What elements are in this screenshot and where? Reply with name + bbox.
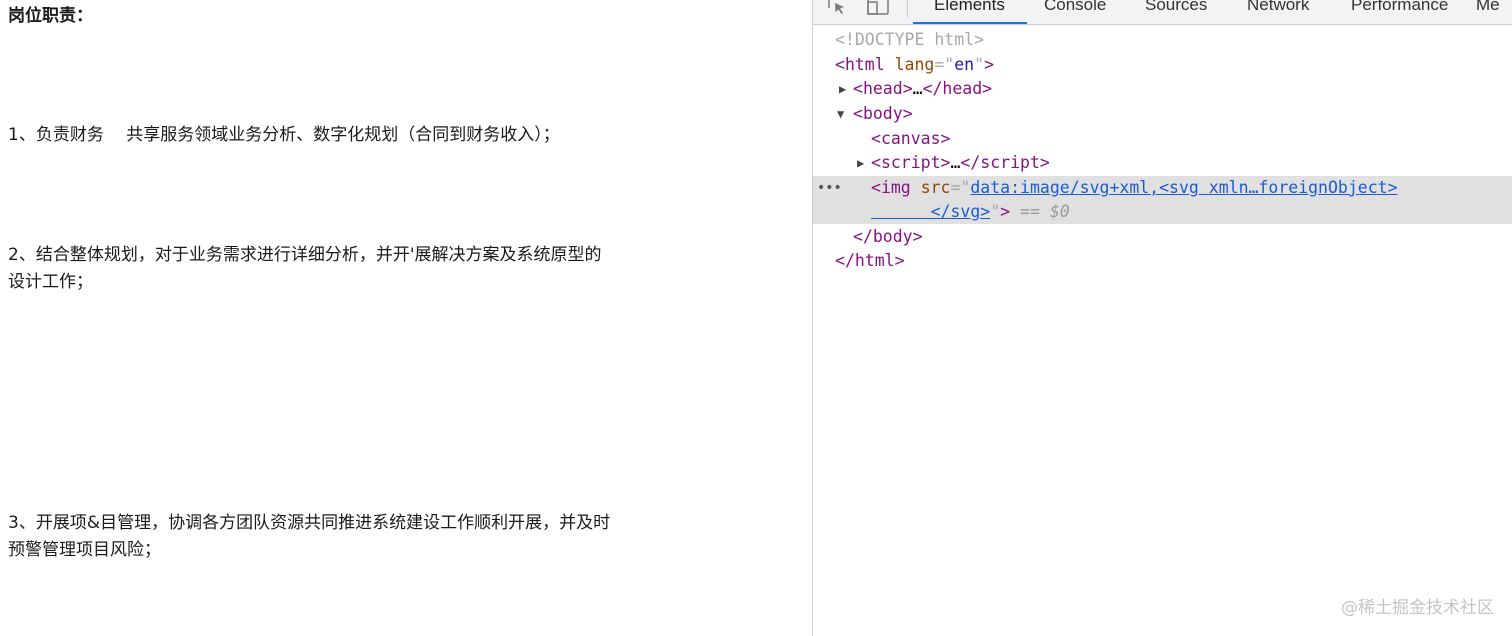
img-tag-line-1: <img src="data:image/svg+xml,<svg xmln…f…	[871, 178, 1398, 197]
dom-node-body[interactable]: ▼ <body>	[813, 102, 1512, 126]
dom-node-body-close[interactable]: </body>	[813, 225, 1512, 249]
duty-item-2-line-1: 2、结合整体规划，对于业务需求进行详细分析，并开'展解决方案及系统原型的	[8, 245, 602, 265]
img-src-link[interactable]: data:image/svg+xml,<svg xmln…foreignObje…	[970, 178, 1397, 197]
watermark: @稀土掘金技术社区	[1341, 598, 1494, 618]
collapse-triangle-icon[interactable]: ▼	[837, 102, 844, 126]
html-close-tag: </html>	[835, 251, 905, 270]
inspect-element-icon[interactable]	[827, 0, 849, 16]
selected-node-marker: $0	[1049, 202, 1070, 221]
expand-triangle-icon[interactable]: ▶	[839, 77, 846, 101]
dom-node-canvas[interactable]: <canvas>	[813, 127, 1512, 151]
tab-console[interactable]: Console	[1044, 0, 1106, 24]
body-open-tag: <body>	[853, 104, 913, 123]
tab-more[interactable]: Me	[1476, 0, 1500, 24]
tab-performance[interactable]: Performance	[1351, 0, 1448, 24]
toolbar-separator	[907, 0, 908, 18]
page-heading: 岗位职责：	[8, 6, 93, 26]
dom-node-img[interactable]: <img src="data:image/svg+xml,<svg xmln…f…	[813, 176, 1512, 200]
dom-node-html-close[interactable]: </html>	[813, 249, 1512, 273]
duty-item-2-line-2: 设计工作；	[8, 272, 93, 292]
devtools-panel: Elements Console Sources Network Perform…	[812, 0, 1512, 636]
tab-sources[interactable]: Sources	[1145, 0, 1207, 24]
expand-triangle-icon[interactable]: ▶	[857, 151, 864, 175]
duty-item-3-line-2: 预警管理项目风险；	[8, 540, 161, 560]
page-content: 岗位职责： 1、负责财务 共享服务领域业务分析、数字化规划（合同到财务收入）； …	[0, 0, 812, 636]
dom-node-head[interactable]: ▶ <head>…</head>	[813, 77, 1512, 101]
head-collapsed: <head>…</head>	[853, 79, 993, 98]
duty-item-3-line-1: 3、开展项&目管理，协调各方团队资源共同推进系统建设工作顺利开展，并及时	[8, 513, 611, 533]
devtools-toolbar: Elements Console Sources Network Perform…	[813, 0, 1512, 25]
active-tab-indicator	[913, 22, 1027, 24]
canvas-tag: <canvas>	[871, 129, 951, 148]
img-src-link-end[interactable]: </svg>	[931, 202, 991, 221]
dom-node-html[interactable]: <html lang="en">	[813, 53, 1512, 77]
body-close-tag: </body>	[853, 227, 923, 246]
img-tag-line-2: </svg>"> == $0	[930, 202, 1070, 221]
duty-item-1: 1、负责财务 共享服务领域业务分析、数字化规划（合同到财务收入）；	[8, 125, 560, 145]
tab-network[interactable]: Network	[1247, 0, 1309, 24]
dom-node-script[interactable]: ▶ <script>…</script>	[813, 151, 1512, 175]
html-open-tag: <html lang="en">	[835, 55, 994, 74]
doctype-text: <!DOCTYPE html>	[835, 30, 985, 49]
script-collapsed: <script>…</script>	[871, 153, 1050, 172]
dom-node-doctype[interactable]: <!DOCTYPE html>	[813, 28, 1512, 52]
dom-node-img-continued[interactable]: </svg>"> == $0	[813, 200, 1512, 224]
device-toolbar-icon[interactable]	[866, 0, 890, 16]
